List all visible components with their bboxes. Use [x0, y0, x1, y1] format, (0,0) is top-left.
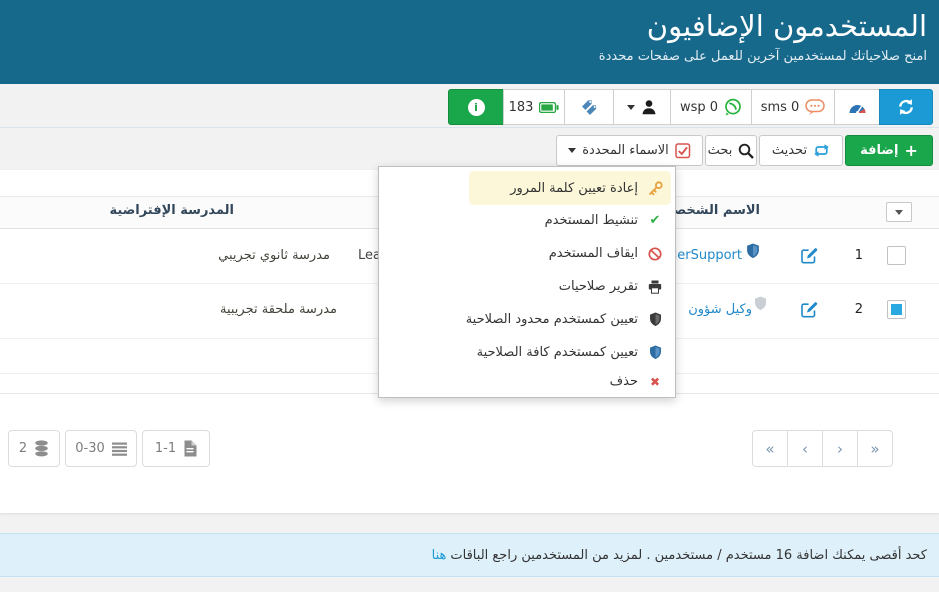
page-size-value: 0-30: [75, 441, 105, 456]
shield-limited-permission-icon: [754, 296, 767, 311]
packages-link[interactable]: هنا: [432, 548, 447, 563]
max-users-notice: كحد أقصى يمكنك اضافة 16 مستخدم / مستخدمي…: [0, 533, 939, 577]
menu-item-permissions-report[interactable]: تقرير صلاحيات: [379, 270, 675, 303]
menu-item-set-limited-permission[interactable]: تعيين كمستخدم محدود الصلاحية: [379, 303, 675, 336]
page-size-button[interactable]: 0-30: [65, 430, 137, 467]
page-range-button[interactable]: 1-1: [142, 430, 210, 467]
edit-icon[interactable]: [800, 300, 819, 319]
printer-icon: [647, 280, 663, 294]
chevron-down-icon: [895, 210, 903, 215]
menu-item-label: تعيين كمستخدم كافة الصلاحية: [477, 345, 638, 360]
page-range-value: 1-1: [155, 441, 176, 456]
menu-item-label: تقرير صلاحيات: [559, 279, 638, 294]
pagination-first-button[interactable]: «: [752, 430, 788, 467]
menu-item-label: إعادة تعيين كلمة المرور: [510, 181, 638, 196]
page-document-icon: [183, 440, 197, 457]
chevron-down-icon: [627, 105, 635, 110]
sms-chat-icon: [805, 99, 825, 116]
shield-full-permission-icon: [746, 243, 760, 259]
default-school-cell: مدرسة ملحقة تجريبية: [220, 302, 337, 317]
tags-icon: [580, 99, 598, 116]
page-subtitle: امنح صلاحياتك لمستخدمين آخرين للعمل على …: [12, 49, 927, 64]
menu-item-reset-password[interactable]: إعادة تعيين كلمة المرور: [469, 171, 671, 205]
refresh-icon: [897, 98, 915, 116]
row-index: 1: [855, 248, 863, 263]
shield-dark-icon: [647, 312, 663, 327]
delete-x-icon: ✖: [647, 375, 663, 389]
shield-blue-icon: [647, 345, 663, 360]
row-checkbox[interactable]: [887, 300, 906, 319]
refresh-list-label: تحديث: [772, 143, 807, 158]
page-title: المستخدمون الإضافيون: [12, 6, 927, 46]
total-records-button[interactable]: 2: [8, 430, 60, 467]
user-icon: [641, 99, 657, 115]
screen: المستخدمون الإضافيون امنح صلاحياتك لمستخ…: [0, 0, 939, 592]
whatsapp-count: wsp 0: [680, 100, 718, 115]
chevron-down-icon: [568, 148, 576, 153]
search-icon: [738, 143, 754, 159]
row-index: 2: [855, 302, 863, 317]
plus-icon: +: [904, 143, 917, 159]
row-checkbox[interactable]: [887, 246, 906, 265]
pagination-prev-button[interactable]: ‹: [787, 430, 823, 467]
list-lines-icon: [112, 442, 127, 456]
gauge-icon: [848, 100, 867, 114]
sms-counter-button[interactable]: sms 0: [751, 89, 835, 125]
selected-names-dropdown-menu: إعادة تعيين كلمة المرور ✔ تنشيط المستخدم…: [378, 166, 676, 398]
dashboard-button[interactable]: [834, 89, 880, 125]
select-all-dropdown[interactable]: [886, 202, 912, 222]
selected-checkbox-icon: [675, 143, 691, 159]
column-header-default-school: المدرسة الإفتراضية: [110, 203, 235, 218]
add-button[interactable]: + إضافة: [845, 135, 933, 166]
sms-count: sms 0: [761, 100, 800, 115]
checkbox-checked-mark: [891, 304, 902, 315]
search-label: بحث: [708, 143, 733, 158]
default-school-cell: مدرسة ثانوي تجريبي: [218, 248, 330, 263]
whatsapp-icon: [724, 98, 742, 116]
menu-item-label: تعيين كمستخدم محدود الصلاحية: [466, 312, 638, 327]
pagination-last-button[interactable]: »: [857, 430, 893, 467]
ban-icon: [647, 247, 663, 261]
search-button[interactable]: بحث: [705, 135, 757, 166]
actions-toolbar: + إضافة تحديث بحث الاسماء المحددة: [556, 135, 933, 166]
pagination-arrows: « ‹ › »: [753, 430, 893, 467]
menu-item-delete[interactable]: ✖ حذف: [379, 365, 675, 398]
top-toolbar-button-group: i 183 wsp 0 sms 0: [449, 89, 933, 125]
menu-item-label: تنشيط المستخدم: [545, 213, 638, 228]
check-icon: ✔: [647, 213, 663, 228]
battery-icon: [539, 102, 559, 113]
pagination-next-button[interactable]: ›: [822, 430, 858, 467]
add-label: إضافة: [860, 143, 898, 158]
tags-button[interactable]: [564, 89, 614, 125]
menu-item-label: حذف: [610, 374, 638, 389]
credit-balance-button[interactable]: 183: [503, 89, 565, 125]
refresh-list-button[interactable]: تحديث: [759, 135, 843, 166]
menu-item-label: ايقاف المستخدم: [549, 246, 638, 261]
total-records-value: 2: [19, 441, 27, 456]
credit-count: 183: [509, 100, 534, 115]
page-header: المستخدمون الإضافيون امنح صلاحياتك لمستخ…: [0, 0, 939, 84]
whatsapp-counter-button[interactable]: wsp 0: [670, 89, 752, 125]
menu-item-suspend-user[interactable]: ايقاف المستخدم: [379, 237, 675, 270]
info-icon: i: [468, 99, 485, 116]
refresh-button[interactable]: [879, 89, 933, 125]
repeat-icon: [813, 143, 830, 158]
key-icon: [647, 181, 663, 196]
selected-names-dropdown-button[interactable]: الاسماء المحددة: [556, 135, 703, 166]
edit-icon[interactable]: [800, 246, 819, 265]
info-button[interactable]: i: [448, 89, 504, 125]
selected-names-label: الاسماء المحددة: [582, 143, 669, 158]
database-icon: [34, 440, 49, 457]
menu-item-activate-user[interactable]: ✔ تنشيط المستخدم: [379, 204, 675, 237]
user-name-link[interactable]: وكيل شؤون: [688, 302, 752, 317]
user-menu-button[interactable]: [613, 89, 671, 125]
pagination-info: 2 0-30 1-1: [8, 430, 210, 467]
notice-text: كحد أقصى يمكنك اضافة 16 مستخدم / مستخدمي…: [450, 548, 927, 563]
